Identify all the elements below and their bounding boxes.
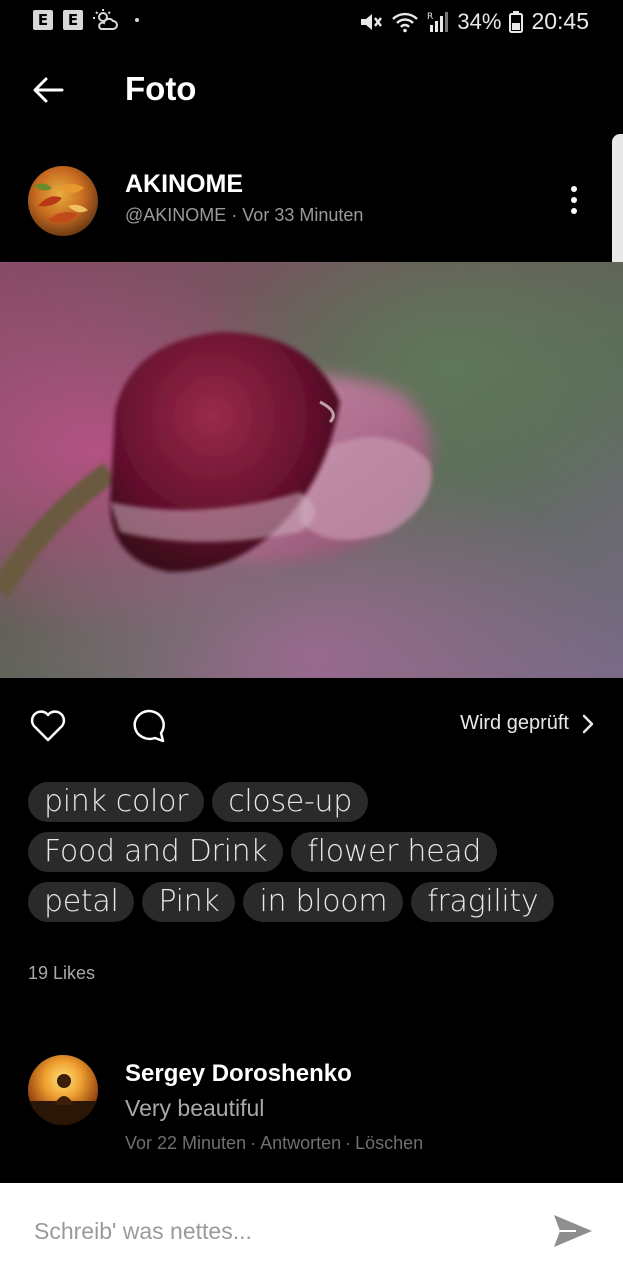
like-button[interactable] [28, 706, 68, 751]
clock: 20:45 [531, 8, 589, 34]
speech-bubble-icon [133, 709, 165, 743]
meta-separator: · [250, 1133, 257, 1153]
tag-chip[interactable]: Food and Drink [28, 832, 284, 872]
review-status-label: Wird geprüft [460, 712, 569, 734]
posted-time: Vor 33 Minuten [242, 205, 364, 225]
notification-badge-2: E [63, 10, 83, 30]
notification-badge-1: E [33, 10, 53, 30]
tag-chip[interactable]: fragility [411, 882, 555, 922]
back-button[interactable] [28, 72, 68, 108]
comment-button[interactable] [128, 706, 168, 751]
tag-chip[interactable]: pink color [28, 782, 205, 822]
tag-chip[interactable]: close-up [212, 782, 368, 822]
meta-separator: · [226, 205, 243, 225]
tag-chip[interactable]: flower head [291, 832, 498, 872]
tag-chip[interactable]: in bloom [243, 882, 404, 922]
tag-list: pink color close-up Food and Drink flowe… [28, 782, 608, 922]
comment-meta: Vor 22 Minuten · Antworten · Löschen [125, 1133, 423, 1154]
app-bar: Foto [0, 60, 623, 120]
arrow-left-icon [33, 77, 64, 103]
svg-text:R: R [427, 12, 433, 22]
author-avatar[interactable] [28, 166, 98, 236]
wifi-icon [392, 12, 419, 32]
commenter-avatar-image [28, 1055, 98, 1125]
vertical-dots-icon [571, 186, 577, 192]
status-bar-left: E E [33, 9, 139, 31]
commenter-avatar[interactable] [28, 1055, 98, 1125]
battery-percent: 34% [457, 8, 502, 34]
delete-link[interactable]: Löschen [355, 1133, 423, 1154]
flower-photo [0, 262, 623, 678]
author-meta: @AKINOME · Vor 33 Minuten [125, 205, 363, 226]
mute-icon [361, 13, 383, 30]
author-avatar-image [28, 166, 98, 236]
send-button[interactable] [552, 1211, 594, 1256]
comment-input[interactable] [34, 1211, 524, 1251]
reply-link[interactable]: Antworten [260, 1133, 341, 1154]
review-status-link[interactable]: Wird geprüft [460, 712, 595, 735]
more-options-button[interactable] [560, 180, 588, 220]
signal-icon: R [427, 11, 449, 32]
post-actions: Wird geprüft [0, 700, 623, 754]
tag-chip[interactable]: Pink [142, 882, 236, 922]
chevron-right-icon [582, 714, 594, 733]
comment-composer [0, 1183, 623, 1280]
status-bar: E E R 34% 20:45 [0, 0, 623, 44]
send-arrow-icon [554, 1215, 592, 1247]
author-handle: @AKINOME [125, 205, 227, 225]
heart-outline-icon [30, 710, 66, 742]
author-name[interactable]: AKINOME [125, 170, 243, 199]
weather-icon [93, 9, 118, 30]
likes-count[interactable]: 19 Likes [28, 963, 95, 984]
battery-icon [509, 10, 524, 33]
comment-item: Sergey Doroshenko Very beautiful Vor 22 … [0, 1055, 623, 1165]
post-photo[interactable] [0, 262, 623, 678]
comment-time: Vor 22 Minuten [125, 1133, 247, 1153]
tag-chip[interactable]: petal [28, 882, 135, 922]
page-title: Foto [125, 70, 197, 107]
status-dot [135, 18, 139, 22]
status-bar-right: R 34% 20:45 [359, 8, 589, 35]
meta-separator: · [345, 1133, 352, 1153]
post-author: AKINOME @AKINOME · Vor 33 Minuten [0, 160, 623, 244]
comment-text: Very beautiful [125, 1095, 265, 1121]
commenter-name[interactable]: Sergey Doroshenko [125, 1060, 352, 1088]
